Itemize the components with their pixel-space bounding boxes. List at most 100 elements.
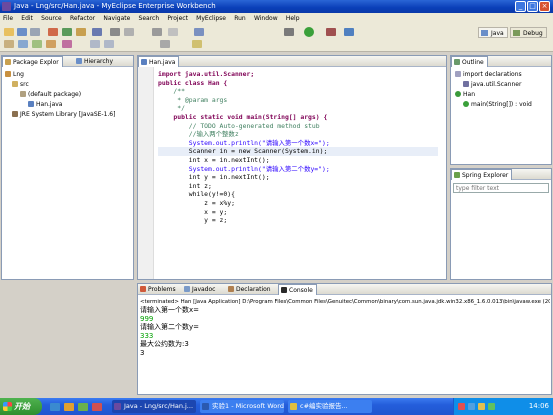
- annotation-icon[interactable]: [160, 40, 170, 48]
- folder-icon: [290, 403, 297, 410]
- ie-icon[interactable]: [50, 403, 60, 411]
- filter-input[interactable]: [453, 183, 549, 193]
- toggle-icon[interactable]: [168, 28, 178, 36]
- menu-help[interactable]: Help: [283, 13, 303, 24]
- outline-label: import declarations: [463, 71, 522, 78]
- outline-import-scanner[interactable]: java.util.Scanner: [463, 80, 521, 89]
- class-icon[interactable]: [32, 40, 42, 48]
- open-folder-icon[interactable]: [4, 40, 14, 48]
- tab-problems[interactable]: Problems: [138, 284, 179, 295]
- tab-han-java[interactable]: Han.java: [138, 56, 180, 67]
- tab-console[interactable]: Console: [278, 284, 317, 295]
- menu-search[interactable]: Search: [136, 13, 163, 24]
- perspective-icon[interactable]: [152, 28, 162, 36]
- code-line: y = z;: [158, 216, 228, 225]
- close-button[interactable]: ×: [539, 1, 550, 12]
- outline-panel: Outline import declarations java.util.Sc…: [450, 55, 552, 165]
- back-icon[interactable]: [90, 40, 100, 48]
- task-myeclipse[interactable]: Java - Lng/src/Han.j...: [112, 400, 196, 413]
- menu-source[interactable]: Source: [38, 13, 65, 24]
- code-line: //输入两个整数z: [158, 130, 239, 139]
- package-icon: [20, 91, 26, 97]
- code-line: /**: [158, 87, 185, 96]
- console-icon: [281, 287, 287, 293]
- code-line: z = x%y;: [158, 198, 235, 207]
- outline-label: main(String[]) : void: [471, 101, 532, 108]
- code-line: int y = in.nextInt();: [158, 173, 270, 182]
- menu-run[interactable]: Run: [231, 13, 249, 24]
- outline-class-han[interactable]: Han: [455, 90, 475, 99]
- code-line: int z;: [158, 181, 212, 190]
- nav-icon[interactable]: [194, 28, 204, 36]
- tree-item-default-package[interactable]: (default package): [20, 90, 81, 99]
- system-tray: 14:06: [453, 398, 553, 415]
- tree-item-han-java[interactable]: Han.java: [28, 100, 62, 109]
- outline-imports[interactable]: import declarations: [455, 70, 522, 79]
- search-icon[interactable]: [124, 28, 134, 36]
- menu-project[interactable]: Project: [164, 13, 191, 24]
- menu-file[interactable]: File: [0, 13, 16, 24]
- tab-declaration[interactable]: Declaration: [226, 284, 274, 295]
- build-icon[interactable]: [48, 28, 58, 36]
- menu-window[interactable]: Window: [251, 13, 281, 24]
- package-explorer-panel: Package Explor Hierarchy Lng src (defaul…: [1, 55, 134, 280]
- quicklaunch-icon[interactable]: [78, 403, 88, 411]
- maximize-button[interactable]: □: [527, 1, 538, 12]
- debug-perspective-button[interactable]: Debug: [510, 27, 547, 38]
- tab-outline[interactable]: Outline: [451, 56, 488, 67]
- tray-icon[interactable]: [458, 403, 465, 410]
- tree-label: Lng: [13, 71, 24, 78]
- print-icon[interactable]: [30, 28, 40, 36]
- javadoc-icon: [184, 286, 190, 292]
- deploy-icon[interactable]: [62, 28, 72, 36]
- tab-label: Hierarchy: [84, 58, 114, 65]
- menu-refactor[interactable]: Refactor: [67, 13, 98, 24]
- console-header: <terminated> Han [Java Application] D:\P…: [140, 299, 550, 305]
- external-tools-icon[interactable]: [326, 28, 336, 36]
- tray-icon[interactable]: [468, 403, 475, 410]
- tab-spring-explorer[interactable]: Spring Explorer: [451, 169, 513, 180]
- tree-label: JRE System Library [JavaSE-1.6]: [20, 111, 116, 118]
- task-other[interactable]: c#编实验报告...: [288, 400, 372, 413]
- package-icon[interactable]: [18, 40, 28, 48]
- console-output[interactable]: 请输入第一个数x= 999 请输入第二个数y= 333 最大公约数为:3 3: [140, 306, 199, 357]
- forward-icon[interactable]: [104, 40, 114, 48]
- debug-perspective-icon: [513, 30, 520, 36]
- outline-method-main[interactable]: main(String[]) : void: [463, 100, 532, 109]
- menu-myeclipse[interactable]: MyEclipse: [193, 13, 229, 24]
- tree-item-jre[interactable]: JRE System Library [JavaSE-1.6]: [12, 110, 115, 119]
- task-word[interactable]: 实验1 - Microsoft Word: [200, 400, 284, 413]
- myeclipse-icon: [114, 403, 121, 410]
- quicklaunch-icon[interactable]: [64, 403, 74, 411]
- open-type-icon[interactable]: [110, 28, 120, 36]
- tree-label: src: [20, 81, 29, 88]
- menu-edit[interactable]: Edit: [18, 13, 36, 24]
- start-button[interactable]: 开始: [0, 398, 42, 415]
- code-area[interactable]: import java.util.Scanner; public class Ha…: [158, 70, 438, 225]
- debug-icon[interactable]: [284, 28, 294, 36]
- tree-item-src[interactable]: src: [12, 80, 29, 89]
- tab-javadoc[interactable]: Javadoc: [182, 284, 218, 295]
- console-line: 333: [140, 331, 154, 340]
- new-icon[interactable]: [4, 28, 14, 36]
- tray-icon[interactable]: [488, 403, 495, 410]
- tab-hierarchy[interactable]: Hierarchy: [74, 56, 116, 67]
- quicklaunch-icon[interactable]: [92, 403, 102, 411]
- new-java-class-icon[interactable]: [344, 28, 354, 36]
- tray-icon[interactable]: [478, 403, 485, 410]
- tab-package-explorer[interactable]: Package Explor: [2, 56, 63, 67]
- java-perspective-button[interactable]: Java: [478, 27, 508, 38]
- edit-icon[interactable]: [192, 40, 202, 48]
- run-icon[interactable]: [304, 27, 314, 37]
- import-icon: [463, 81, 469, 87]
- menu-navigate[interactable]: Navigate: [100, 13, 133, 24]
- code-line: public static void main(String[] args) {: [158, 112, 328, 121]
- minimize-button[interactable]: _: [515, 1, 526, 12]
- tab-label: Console: [289, 287, 313, 294]
- browser-icon[interactable]: [92, 28, 102, 36]
- interface-icon[interactable]: [46, 40, 56, 48]
- save-icon[interactable]: [17, 28, 27, 36]
- tree-item-project[interactable]: Lng: [5, 70, 24, 79]
- server-icon[interactable]: [76, 28, 86, 36]
- web-project-icon[interactable]: [62, 40, 72, 48]
